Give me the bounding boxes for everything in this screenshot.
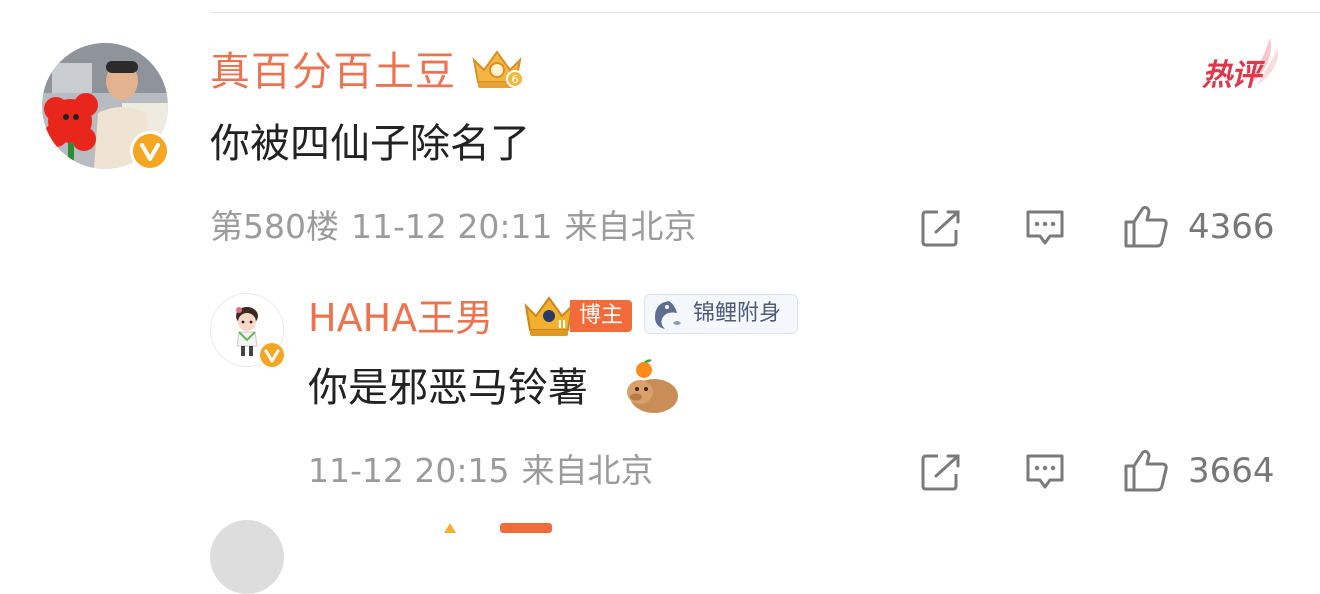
like-count: 4366 bbox=[1188, 207, 1275, 247]
comment-meta: 第580楼 11-12 20:11 来自北京 bbox=[210, 206, 708, 248]
verified-v-badge-icon bbox=[130, 131, 170, 171]
floor-number: 第580楼 bbox=[210, 207, 339, 246]
svg-text:6: 6 bbox=[512, 73, 519, 86]
comment-time: 11-12 20:11 bbox=[351, 207, 553, 246]
blogger-tag: 博主 bbox=[570, 300, 632, 332]
next-comment-avatar[interactable] bbox=[210, 520, 284, 594]
commenter-username[interactable]: 真百分百土豆 bbox=[210, 48, 456, 96]
comment-icon bbox=[1026, 210, 1064, 245]
koi-badge[interactable]: 锦鲤附身 bbox=[644, 294, 798, 334]
svg-text:II: II bbox=[558, 318, 566, 331]
capybara-emoji bbox=[622, 356, 682, 416]
thumbs-up-icon bbox=[1124, 206, 1168, 248]
like-button[interactable] bbox=[1122, 202, 1170, 250]
reply-meta: 11-12 20:15 来自北京 bbox=[308, 450, 665, 492]
share-edit-icon bbox=[921, 210, 960, 247]
replier-avatar[interactable] bbox=[210, 293, 286, 369]
share-edit-icon bbox=[921, 454, 960, 491]
reply-text: 你是邪恶马铃薯 bbox=[308, 365, 588, 411]
crown-icon: II bbox=[522, 294, 576, 338]
top-divider bbox=[210, 12, 1320, 13]
commenter-avatar[interactable] bbox=[42, 43, 170, 171]
reply-like-count: 3664 bbox=[1188, 451, 1275, 491]
next-crown-icon bbox=[440, 518, 560, 533]
replier-username[interactable]: HAHA王男 bbox=[308, 294, 493, 342]
reply-time: 11-12 20:15 bbox=[308, 451, 510, 490]
comment-text: 你被四仙子除名了 bbox=[210, 121, 530, 167]
reply-location: 来自北京 bbox=[521, 451, 654, 490]
share-button[interactable] bbox=[920, 208, 964, 248]
comment-location: 来自北京 bbox=[564, 207, 697, 246]
reply-like-button[interactable] bbox=[1122, 446, 1170, 494]
crown-icon: 6 bbox=[468, 46, 526, 90]
hot-comment-label: 热评 bbox=[1202, 58, 1261, 93]
koi-fish-icon bbox=[655, 301, 681, 329]
koi-badge-label: 锦鲤附身 bbox=[693, 301, 782, 326]
hot-comment-badge: 热评 bbox=[1196, 34, 1280, 93]
verified-v-badge-icon bbox=[258, 341, 286, 369]
reply-share-button[interactable] bbox=[920, 452, 964, 492]
reply-comment-button[interactable] bbox=[1024, 452, 1066, 492]
thumbs-up-icon bbox=[1124, 450, 1168, 492]
reply-button[interactable] bbox=[1024, 208, 1066, 248]
comment-icon bbox=[1026, 454, 1064, 489]
